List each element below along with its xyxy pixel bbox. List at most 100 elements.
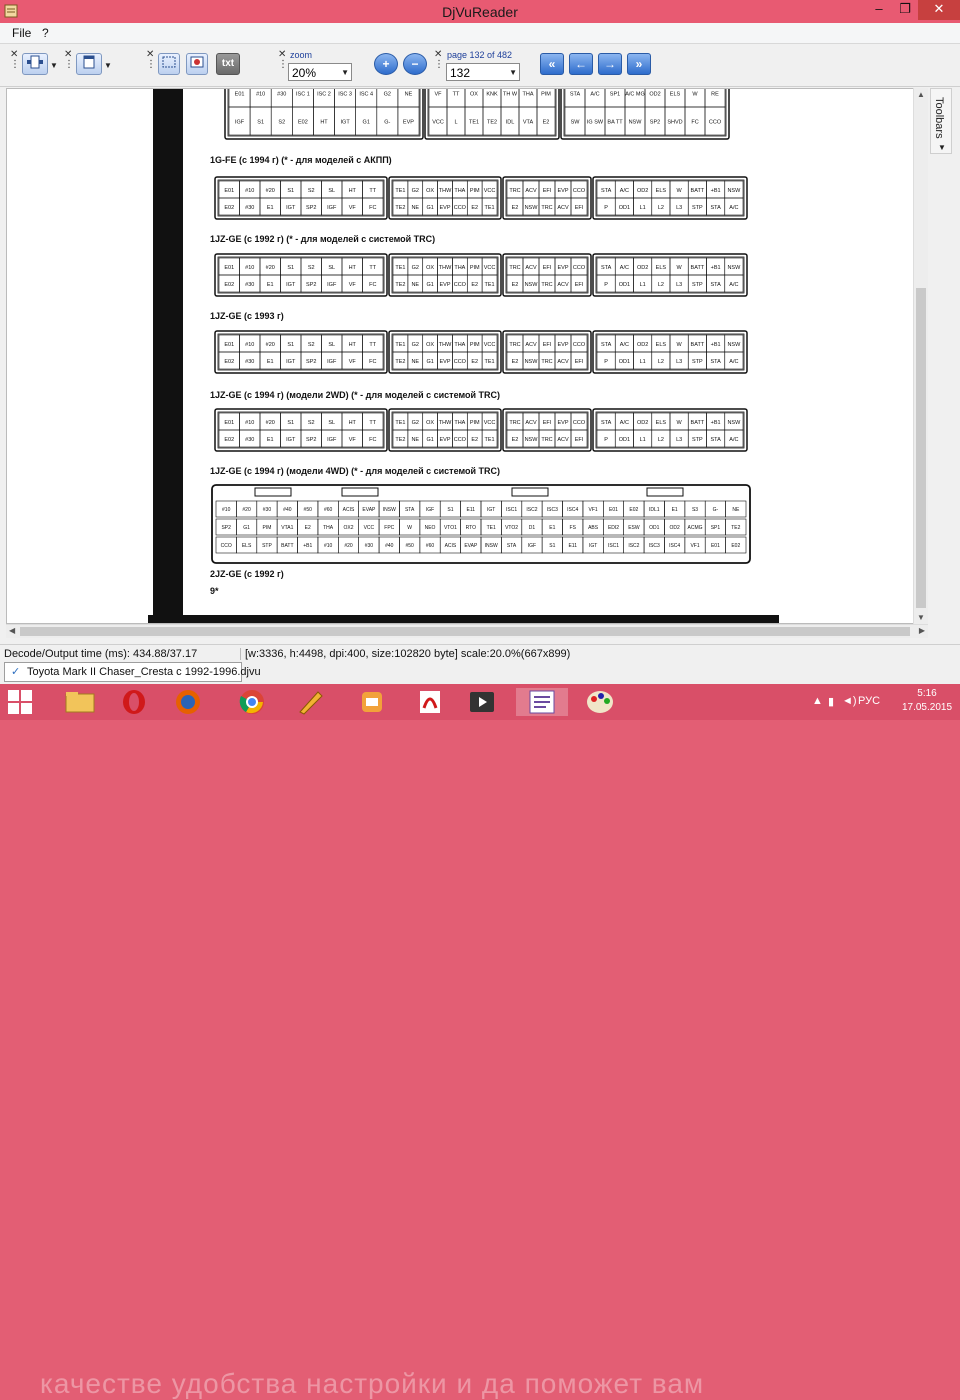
chevron-down-icon[interactable]: ▼ [341, 68, 349, 77]
last-page-button[interactable]: » [627, 53, 651, 75]
language-indicator[interactable]: РУС [858, 695, 880, 707]
media-player-icon[interactable] [462, 688, 502, 716]
scroll-right-icon[interactable]: ▶ [919, 626, 925, 635]
next-page-button[interactable]: → [598, 53, 622, 75]
pin-label: THA [454, 420, 465, 426]
pin-label: E02 [224, 282, 234, 288]
horizontal-scrollbar[interactable]: ◀ ▶ [6, 624, 928, 638]
pin-label: TT [369, 265, 376, 271]
prev-page-button[interactable]: ← [569, 53, 593, 75]
zoom-select[interactable]: 20% ▼ [288, 63, 352, 81]
pin-label: E1 [267, 359, 274, 365]
pin-label: STP [692, 437, 703, 443]
horizontal-scroll-thumb[interactable] [20, 627, 910, 636]
minimize-button[interactable]: – [866, 0, 892, 20]
pin-label: CCO [454, 359, 467, 365]
image-button[interactable] [186, 53, 208, 75]
tray-arrow-icon[interactable]: ▲ [812, 695, 823, 707]
pin-label: ISC3 [547, 507, 558, 513]
tools-icon[interactable] [352, 688, 392, 716]
layout-dropdown-icon[interactable]: ▼ [50, 61, 58, 70]
connector-latch [646, 487, 684, 497]
windows-start-icon[interactable] [8, 690, 32, 714]
pin-label: BATT [281, 543, 293, 549]
pin-label: PIM [470, 188, 480, 194]
network-icon[interactable]: ▮ [828, 695, 834, 708]
vertical-scroll-thumb[interactable] [916, 288, 926, 608]
app-window: DjVuReader – ❐ ✕ File ? ✕ ⋮ ▼ ✕ ⋮ ▼ ✕ ⋮ txt… [0, 0, 960, 684]
document-viewer[interactable]: E01 #10 #30 ISC 1 ISC 2 ISC 3 ISC 4 G2 NE IGF S1 S2… [6, 88, 928, 624]
layout-button[interactable] [22, 53, 48, 75]
pin-label: G1 [426, 205, 433, 211]
text-mode-button[interactable]: txt [216, 53, 240, 75]
file-explorer-icon[interactable] [60, 688, 100, 716]
opera-icon[interactable] [114, 688, 154, 716]
last-page-icon: » [635, 57, 643, 71]
scroll-left-icon[interactable]: ◀ [9, 626, 15, 635]
image-icon [190, 56, 204, 68]
pin-label: HT [320, 120, 328, 126]
pin-label: EVP [557, 420, 568, 426]
pin-label: ACIS [343, 507, 355, 513]
toolbar-grip-icon[interactable]: ✕ ⋮ [278, 50, 288, 70]
paint-brush-icon[interactable] [290, 688, 330, 716]
pin-label: VTO2 [505, 525, 518, 531]
pin-label: TE1 [395, 265, 405, 271]
title-bar: DjVuReader – ❐ ✕ [0, 0, 960, 23]
pin-label: G1 [426, 282, 433, 288]
pin-label: IGT [286, 437, 296, 443]
toolbar-grip-icon[interactable]: ✕ ⋮ [146, 50, 156, 70]
volume-icon[interactable]: ◄) [842, 695, 857, 707]
pin-label: A/C [620, 342, 629, 348]
toolbar-grip-icon[interactable]: ✕ ⋮ [10, 50, 20, 70]
firefox-icon[interactable] [168, 688, 208, 716]
page-view-button[interactable] [76, 53, 102, 75]
pin-label: #20 [344, 543, 353, 549]
close-button[interactable]: ✕ [918, 0, 960, 20]
pin-label: TE2 [395, 282, 405, 288]
select-region-button[interactable] [158, 53, 180, 75]
chevron-down-icon[interactable]: ▼ [938, 143, 946, 152]
zoom-out-button[interactable]: − [403, 53, 427, 75]
chevron-down-icon[interactable]: ▼ [509, 68, 517, 77]
pin-label: SL [328, 188, 335, 194]
paint-icon[interactable] [580, 688, 620, 716]
pin-label: VF [349, 282, 357, 288]
pin-label: L3 [676, 205, 682, 211]
first-page-button[interactable]: « [540, 53, 564, 75]
vertical-scrollbar[interactable]: ▲ ▼ [913, 88, 928, 624]
pin-label: VCC [484, 342, 496, 348]
menu-help[interactable]: ? [42, 26, 49, 40]
pin-label: TE1 [487, 525, 496, 531]
toolbar-grip-icon[interactable]: ✕ ⋮ [64, 50, 74, 70]
pin-label: NE [411, 437, 419, 443]
menu-file[interactable]: File [12, 26, 31, 40]
page-view-dropdown-icon[interactable]: ▼ [104, 61, 112, 70]
djvureader-icon[interactable] [516, 688, 568, 716]
toolbars-panel-tab[interactable]: Toolbars ▼ [930, 88, 952, 154]
pin-label: TRC [541, 359, 552, 365]
pin-label: TT [369, 420, 376, 426]
pin-label: IDL [506, 120, 515, 126]
pin-label: P [604, 437, 608, 443]
clock[interactable]: 5:16 17.05.2015 [898, 687, 956, 715]
zoom-in-button[interactable]: + [374, 53, 398, 75]
page-select[interactable]: 132 ▼ [446, 63, 520, 81]
document-filename: Toyota Mark II Chaser_Cresta c 1992-1996… [27, 666, 261, 678]
acrobat-icon[interactable] [410, 688, 450, 716]
pin-label: E02 [224, 205, 234, 211]
pin-label: E01 [224, 265, 234, 271]
document-tab[interactable]: ✓ Toyota Mark II Chaser_Cresta c 1992-19… [4, 662, 261, 682]
pin-label: OD1 [649, 525, 660, 531]
chrome-icon[interactable] [232, 688, 272, 716]
scroll-down-icon[interactable]: ▼ [917, 613, 925, 622]
pin-label: IGF [528, 543, 536, 549]
pin-label: OX [426, 420, 434, 426]
pin-label: KNK [486, 92, 498, 98]
maximize-button[interactable]: ❐ [892, 0, 918, 20]
pin-label: S1 [287, 420, 294, 426]
pin-label: IGF [235, 120, 245, 126]
scroll-up-icon[interactable]: ▲ [917, 90, 925, 99]
pin-label: OD1 [619, 282, 630, 288]
toolbar-grip-icon[interactable]: ✕ ⋮ [434, 50, 444, 70]
